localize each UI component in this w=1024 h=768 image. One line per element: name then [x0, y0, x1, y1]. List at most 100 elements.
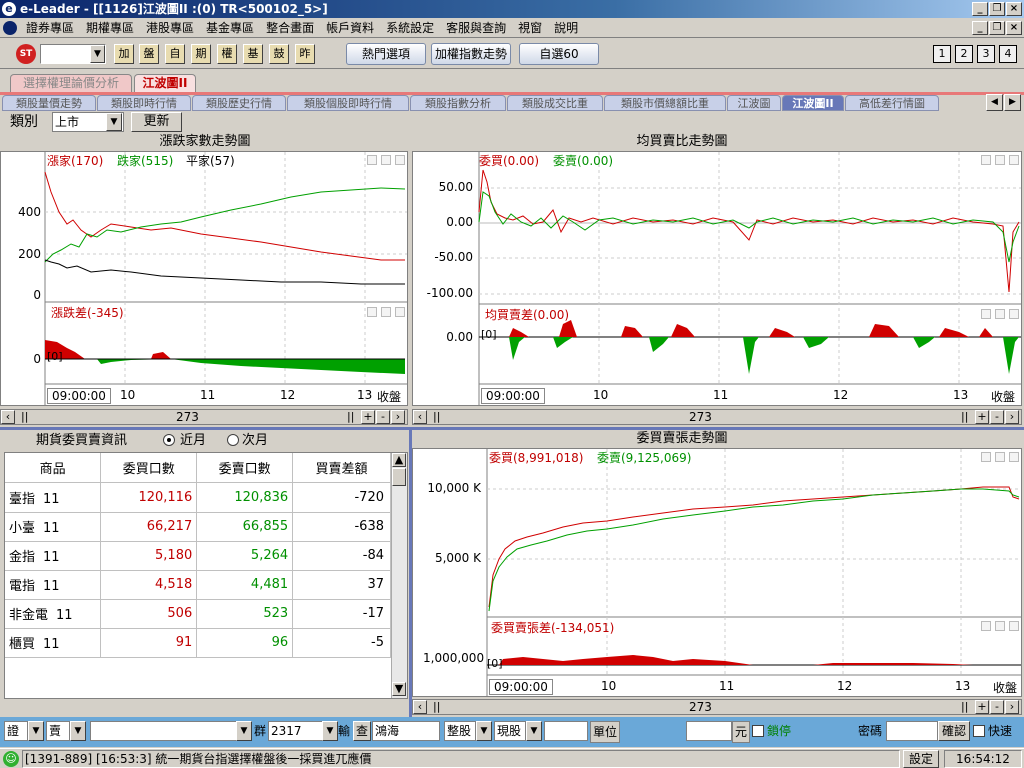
avg-scrollbar[interactable]: ‹ || 273 || + - ›	[412, 409, 1022, 425]
avg-sub-min-icon[interactable]	[981, 309, 991, 319]
futures-scroll-thumb[interactable]	[392, 468, 406, 486]
lots-scrollbar[interactable]: ‹ || 273 || + - ›	[412, 699, 1022, 715]
menu-integrated[interactable]: 整合畫面	[260, 18, 320, 38]
side-dropdown-icon[interactable]: ▼	[70, 721, 86, 741]
tab-scroll-right-button[interactable]: ▶	[1004, 94, 1021, 111]
market-type-dropdown-icon[interactable]: ▼	[28, 721, 44, 741]
stock-code-input[interactable]: 2317	[268, 721, 324, 741]
password-input[interactable]	[886, 721, 938, 741]
adv-min-icon[interactable]	[367, 155, 377, 165]
adv-scroll-left-icon[interactable]: ‹	[1, 410, 15, 424]
lots-max-icon[interactable]	[995, 452, 1005, 462]
subtab-jiangbo[interactable]: 江波圖	[727, 95, 781, 111]
watchlist-60-button[interactable]: 自選60	[519, 43, 599, 65]
lots-scroll-left-icon[interactable]: ‹	[413, 700, 427, 714]
table-row[interactable]: 櫃買 11 91 96 -5	[5, 628, 391, 658]
subtab-sector-index[interactable]: 類股指數分析	[410, 95, 506, 111]
tab-jiangbo-ii[interactable]: 江波圖II	[134, 74, 196, 92]
menu-settings[interactable]: 系統設定	[380, 18, 440, 38]
lots-sub-min-icon[interactable]	[981, 621, 991, 631]
subtab-sector-volume[interactable]: 類股量價走勢	[2, 95, 96, 111]
avg-min-icon[interactable]	[981, 155, 991, 165]
lots-close-icon[interactable]	[1009, 452, 1019, 462]
toolbar-icon-add[interactable]: 加	[114, 44, 134, 64]
child-restore-button[interactable]: ❐	[989, 21, 1005, 35]
futures-scroll-up-icon[interactable]: ▲	[392, 453, 406, 467]
toolbar-icon-custom[interactable]: 自	[165, 44, 185, 64]
close-button[interactable]: ×	[1006, 2, 1022, 16]
code-dropdown-icon[interactable]: ▼	[322, 721, 338, 741]
subtab-high-low[interactable]: 高低差行情圖	[845, 95, 939, 111]
confirm-button[interactable]: 確認	[938, 721, 970, 741]
subtab-sector-turnover[interactable]: 類股成交比重	[507, 95, 603, 111]
futures-vscroll[interactable]: ▲ ▼	[391, 453, 407, 698]
table-row[interactable]: 電指 11 4,518 4,481 37	[5, 570, 391, 600]
avg-zoom-out-icon[interactable]: -	[990, 410, 1004, 424]
subtab-sector-stock-realtime[interactable]: 類股個股即時行情	[287, 95, 409, 111]
adv-sub-close-icon[interactable]	[395, 307, 405, 317]
menu-window[interactable]: 視窗	[512, 18, 548, 38]
stop-icon[interactable]: ST	[16, 44, 36, 64]
lots-sub-max-icon[interactable]	[995, 621, 1005, 631]
restore-button[interactable]: ❐	[989, 2, 1005, 16]
price-type-select[interactable]: 現股	[494, 721, 526, 741]
weighted-index-button[interactable]: 加權指數走勢	[431, 43, 511, 65]
near-month-radio[interactable]	[163, 434, 175, 446]
lot-type-dropdown-icon[interactable]: ▼	[476, 721, 492, 741]
category-dropdown-button[interactable]: ▼	[106, 113, 122, 131]
toolbar-icon-drum[interactable]: 鼓	[269, 44, 289, 64]
tab-scroll-left-button[interactable]: ◀	[986, 94, 1003, 111]
menu-service[interactable]: 客服與查詢	[440, 18, 512, 38]
toolbar-icon-futures[interactable]: 期	[191, 44, 211, 64]
child-close-button[interactable]: ×	[1006, 21, 1022, 35]
subtab-jiangbo-ii[interactable]: 江波圖II	[782, 95, 844, 111]
table-row[interactable]: 臺指 11 120,116 120,836 -720	[5, 483, 391, 513]
adv-sub-min-icon[interactable]	[367, 307, 377, 317]
layout-1-button[interactable]: 1	[933, 45, 951, 63]
tab-option-theory[interactable]: 選擇權理論價分析	[10, 74, 132, 92]
lots-min-icon[interactable]	[981, 452, 991, 462]
menu-hk-stocks[interactable]: 港股專區	[140, 18, 200, 38]
layout-3-button[interactable]: 3	[977, 45, 995, 63]
futures-scroll-down-icon[interactable]: ▼	[392, 682, 406, 696]
toolbar-icon-warrant[interactable]: 權	[217, 44, 237, 64]
account-select[interactable]	[90, 721, 238, 741]
avg-scroll-right-icon[interactable]: ›	[1005, 410, 1019, 424]
menu-futures-options[interactable]: 期權專區	[80, 18, 140, 38]
account-dropdown-icon[interactable]: ▼	[236, 721, 252, 741]
quantity-input[interactable]	[544, 721, 588, 741]
query-button[interactable]: 查	[353, 721, 371, 741]
adv-scroll-right-icon[interactable]: ›	[391, 410, 405, 424]
table-row[interactable]: 非金電 11 506 523 -17	[5, 599, 391, 629]
menu-account[interactable]: 帳戶資料	[320, 18, 380, 38]
toolbar-icon-board[interactable]: 盤	[139, 44, 159, 64]
layout-2-button[interactable]: 2	[955, 45, 973, 63]
price-input[interactable]	[686, 721, 732, 741]
next-month-radio[interactable]	[227, 434, 239, 446]
minimize-button[interactable]: _	[972, 2, 988, 16]
adv-zoom-in-icon[interactable]: +	[361, 410, 375, 424]
subtab-sector-realtime[interactable]: 類股即時行情	[97, 95, 191, 111]
table-row[interactable]: 小臺 11 66,217 66,855 -638	[5, 512, 391, 542]
price-type-dropdown-icon[interactable]: ▼	[526, 721, 542, 741]
menu-securities[interactable]: 證券專區	[20, 18, 80, 38]
layout-4-button[interactable]: 4	[999, 45, 1017, 63]
adv-scrollbar[interactable]: ‹ || 273 || + - ›	[0, 409, 408, 425]
hot-options-button[interactable]: 熱門選項	[346, 43, 426, 65]
lock-limit-checkbox[interactable]	[752, 725, 764, 737]
child-minimize-button[interactable]: _	[972, 21, 988, 35]
combo-dropdown-button[interactable]: ▼	[90, 45, 105, 63]
adv-max-icon[interactable]	[381, 155, 391, 165]
toolbar-icon-yesterday[interactable]: 昨	[295, 44, 315, 64]
lots-sub-close-icon[interactable]	[1009, 621, 1019, 631]
market-type-select[interactable]: 證	[4, 721, 28, 741]
toolbar-icon-fund[interactable]: 基	[243, 44, 263, 64]
avg-max-icon[interactable]	[995, 155, 1005, 165]
adv-sub-max-icon[interactable]	[381, 307, 391, 317]
fast-order-checkbox[interactable]	[973, 725, 985, 737]
lots-zoom-in-icon[interactable]: +	[975, 700, 989, 714]
menu-funds[interactable]: 基金專區	[200, 18, 260, 38]
side-select[interactable]: 賣	[46, 721, 70, 741]
avg-close-icon[interactable]	[1009, 155, 1019, 165]
subtab-sector-marketcap[interactable]: 類股市價總額比重	[604, 95, 726, 111]
